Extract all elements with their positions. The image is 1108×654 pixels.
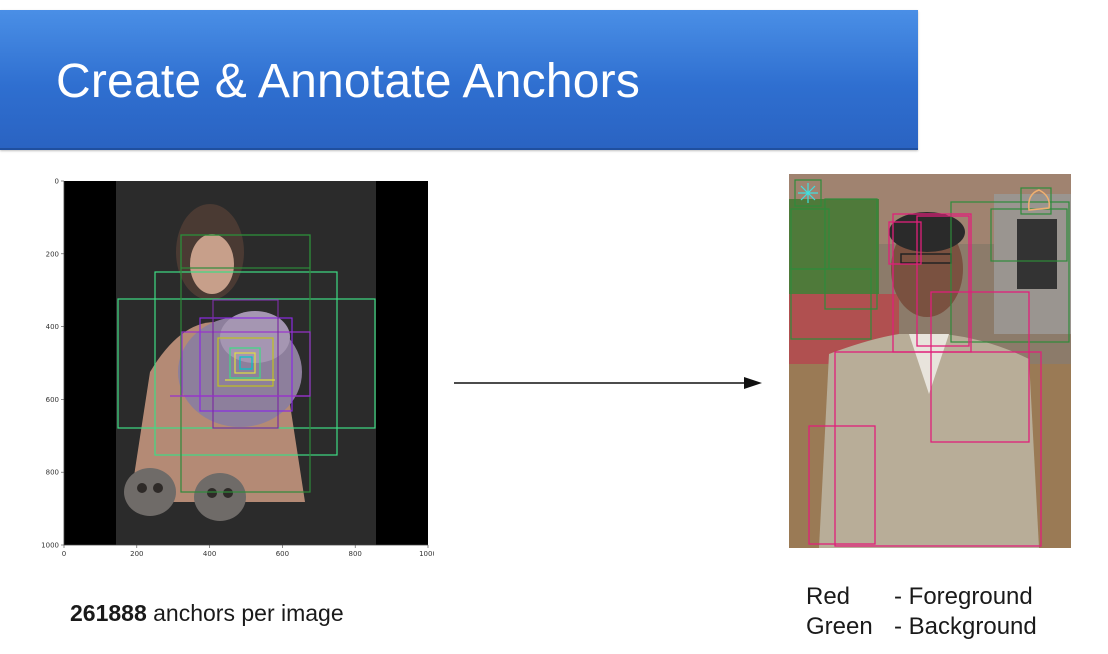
title-bar: Create & Annotate Anchors	[0, 10, 918, 150]
legend-key: Green	[806, 613, 873, 640]
x-tick-label: 600	[276, 550, 289, 558]
building-window	[1017, 219, 1057, 289]
x-tick-label: 0	[62, 550, 66, 558]
anchor-count-number: 261888	[70, 600, 147, 626]
y-tick-label: 200	[46, 250, 59, 258]
x-tick-label: 200	[130, 550, 143, 558]
bear-paw-right	[194, 473, 246, 521]
legend-key: Red	[806, 583, 851, 610]
annotated-photo-svg	[789, 174, 1071, 548]
x-tick-label: 400	[203, 550, 216, 558]
legend-desc: - Foreground	[894, 583, 1033, 610]
legend-item-background: Green - Background	[806, 612, 1037, 642]
anchor-count-label: anchors per image	[146, 600, 344, 626]
star-marker-icon	[798, 183, 818, 203]
subject-face	[190, 234, 234, 294]
y-tick-label: 400	[46, 323, 59, 331]
y-axis-ticks: 0 200 400 600 800 1000	[41, 178, 64, 550]
legend-desc: - Background	[894, 613, 1037, 640]
bear-paw-left	[124, 468, 176, 516]
y-tick-label: 800	[46, 469, 59, 477]
anchor-plot: 0 200 400 600 800 1000 0 200 400 600 800 1000	[30, 172, 437, 564]
annotated-photo	[789, 174, 1071, 548]
slide-title: Create & Annotate Anchors	[56, 55, 641, 108]
color-legend: Red - Foreground Green - Background	[806, 582, 1037, 642]
anchor-plot-svg: 0 200 400 600 800 1000 0 200 400 600 800 1000	[41, 178, 437, 559]
person-hair	[889, 212, 965, 252]
arrow-right-icon	[454, 377, 762, 389]
legend-item-foreground: Red - Foreground	[806, 582, 1037, 612]
y-tick-label: 0	[55, 178, 59, 186]
x-axis-ticks: 0 200 400 600 800 1000	[62, 545, 437, 558]
y-tick-label: 1000	[41, 542, 59, 550]
x-tick-label: 800	[349, 550, 362, 558]
tree-foliage	[789, 199, 879, 309]
anchor-count-caption: 261888 anchors per image	[70, 600, 344, 627]
x-tick-label: 1000	[419, 550, 434, 558]
y-tick-label: 600	[46, 396, 59, 404]
